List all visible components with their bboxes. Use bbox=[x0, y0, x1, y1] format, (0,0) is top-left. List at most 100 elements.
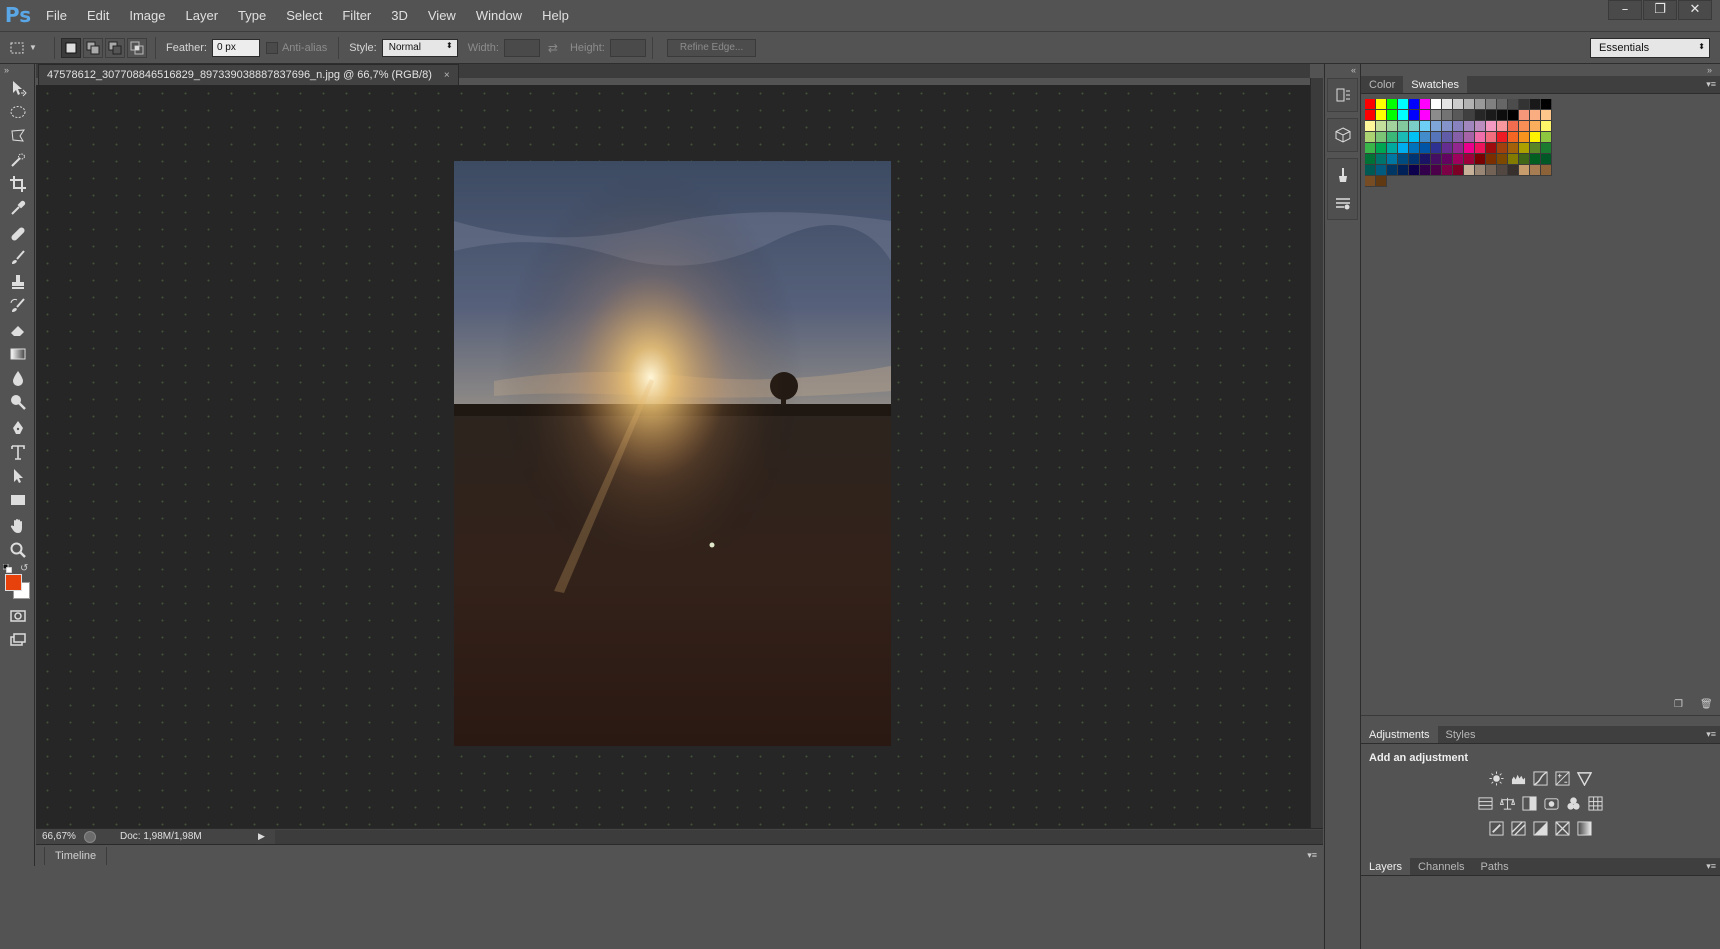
swatch[interactable] bbox=[1409, 121, 1420, 132]
threshold-button[interactable] bbox=[1530, 820, 1552, 837]
brightness-contrast-button[interactable] bbox=[1486, 770, 1508, 787]
swatch[interactable] bbox=[1387, 121, 1398, 132]
swatch[interactable] bbox=[1497, 110, 1508, 121]
elliptical-marquee-tool[interactable] bbox=[0, 100, 35, 124]
swatch[interactable] bbox=[1420, 121, 1431, 132]
add-to-selection-button[interactable] bbox=[83, 37, 103, 58]
black-white-button[interactable] bbox=[1519, 795, 1541, 812]
anti-alias-checkbox[interactable] bbox=[265, 41, 278, 54]
width-input[interactable] bbox=[503, 38, 540, 57]
swatch[interactable] bbox=[1530, 121, 1541, 132]
swatch[interactable] bbox=[1486, 99, 1497, 110]
swatch[interactable] bbox=[1442, 165, 1453, 176]
menu-edit[interactable]: Edit bbox=[77, 0, 119, 31]
swatch[interactable] bbox=[1442, 121, 1453, 132]
photo-filter-button[interactable] bbox=[1541, 795, 1563, 812]
swatch[interactable] bbox=[1497, 132, 1508, 143]
swatch[interactable] bbox=[1541, 143, 1552, 154]
close-button[interactable]: ✕ bbox=[1678, 0, 1712, 20]
clone-stamp-tool[interactable] bbox=[0, 270, 35, 294]
vertical-scrollbar[interactable] bbox=[1310, 78, 1323, 828]
swatch[interactable] bbox=[1409, 165, 1420, 176]
gradient-tool[interactable] bbox=[0, 342, 35, 366]
eraser-tool[interactable] bbox=[0, 318, 35, 342]
pen-tool[interactable] bbox=[0, 416, 35, 440]
delete-swatch-icon[interactable]: 🗑 bbox=[1700, 699, 1714, 711]
zoom-level[interactable]: 66,67% bbox=[36, 831, 80, 842]
swatch[interactable] bbox=[1409, 99, 1420, 110]
tab-channels[interactable]: Channels bbox=[1410, 858, 1472, 875]
workspace-select[interactable]: Essentials ⬍ bbox=[1590, 38, 1710, 58]
zoom-tool[interactable] bbox=[0, 538, 35, 562]
hue-saturation-button[interactable] bbox=[1475, 795, 1497, 812]
maximize-button[interactable]: ❐ bbox=[1643, 0, 1677, 20]
swatch[interactable] bbox=[1365, 110, 1376, 121]
swatch[interactable] bbox=[1453, 121, 1464, 132]
swatch[interactable] bbox=[1453, 165, 1464, 176]
swatch[interactable] bbox=[1420, 165, 1431, 176]
swatch[interactable] bbox=[1376, 110, 1387, 121]
swatch[interactable] bbox=[1519, 99, 1530, 110]
history-brush-tool[interactable] bbox=[0, 294, 35, 318]
height-input[interactable] bbox=[609, 38, 646, 57]
posterize-button[interactable] bbox=[1508, 820, 1530, 837]
swatch[interactable] bbox=[1541, 132, 1552, 143]
panel-menu-icon[interactable]: ▾≡ bbox=[1706, 729, 1716, 740]
swatch[interactable] bbox=[1519, 143, 1530, 154]
swatch[interactable] bbox=[1519, 165, 1530, 176]
style-select[interactable]: Normal ⬍ bbox=[381, 38, 458, 57]
swatch[interactable] bbox=[1431, 154, 1442, 165]
type-tool[interactable] bbox=[0, 440, 35, 464]
swatch[interactable] bbox=[1398, 132, 1409, 143]
gradient-map-button[interactable] bbox=[1574, 820, 1596, 837]
swatch[interactable] bbox=[1365, 121, 1376, 132]
swatch[interactable] bbox=[1387, 165, 1398, 176]
swatch[interactable] bbox=[1431, 110, 1442, 121]
swatch[interactable] bbox=[1376, 132, 1387, 143]
swatch[interactable] bbox=[1409, 110, 1420, 121]
menu-3d[interactable]: 3D bbox=[381, 0, 418, 31]
swatch[interactable] bbox=[1376, 143, 1387, 154]
swatch[interactable] bbox=[1442, 132, 1453, 143]
tab-color[interactable]: Color bbox=[1361, 76, 1403, 93]
feather-input[interactable] bbox=[211, 38, 260, 57]
tab-paths[interactable]: Paths bbox=[1473, 858, 1517, 875]
swatch[interactable] bbox=[1387, 110, 1398, 121]
tab-styles[interactable]: Styles bbox=[1438, 726, 1484, 743]
status-menu-arrow-icon[interactable]: ▶ bbox=[258, 831, 265, 842]
swatch[interactable] bbox=[1519, 154, 1530, 165]
lasso-tool[interactable] bbox=[0, 124, 35, 148]
swatch[interactable] bbox=[1464, 154, 1475, 165]
collapse-panels-icon[interactable]: » bbox=[1361, 64, 1720, 76]
swatch[interactable] bbox=[1365, 165, 1376, 176]
swatch[interactable] bbox=[1431, 99, 1442, 110]
quick-selection-tool[interactable] bbox=[0, 148, 35, 172]
swatch[interactable] bbox=[1398, 121, 1409, 132]
tab-swatches[interactable]: Swatches bbox=[1403, 76, 1467, 93]
swatch[interactable] bbox=[1420, 110, 1431, 121]
foreground-color[interactable] bbox=[5, 574, 22, 591]
levels-button[interactable] bbox=[1508, 770, 1530, 787]
swatch[interactable] bbox=[1365, 154, 1376, 165]
swatch[interactable] bbox=[1475, 165, 1486, 176]
swatch[interactable] bbox=[1530, 154, 1541, 165]
history-panel-button[interactable] bbox=[1328, 81, 1357, 109]
curves-button[interactable] bbox=[1530, 770, 1552, 787]
swatch[interactable] bbox=[1376, 176, 1387, 187]
expand-panel-icon[interactable]: » bbox=[0, 64, 34, 76]
swatch[interactable] bbox=[1541, 99, 1552, 110]
swatch[interactable] bbox=[1475, 143, 1486, 154]
vibrance-button[interactable] bbox=[1574, 770, 1596, 787]
swatch[interactable] bbox=[1519, 110, 1530, 121]
color-balance-button[interactable] bbox=[1497, 795, 1519, 812]
swatch[interactable] bbox=[1398, 99, 1409, 110]
move-tool[interactable] bbox=[0, 76, 35, 100]
close-document-icon[interactable]: × bbox=[444, 70, 450, 81]
swatch[interactable] bbox=[1376, 165, 1387, 176]
blur-tool[interactable] bbox=[0, 366, 35, 390]
swatch[interactable] bbox=[1409, 143, 1420, 154]
tool-presets-button[interactable] bbox=[1328, 189, 1357, 217]
swatch[interactable] bbox=[1420, 132, 1431, 143]
swatch[interactable] bbox=[1453, 99, 1464, 110]
swatch[interactable] bbox=[1475, 99, 1486, 110]
